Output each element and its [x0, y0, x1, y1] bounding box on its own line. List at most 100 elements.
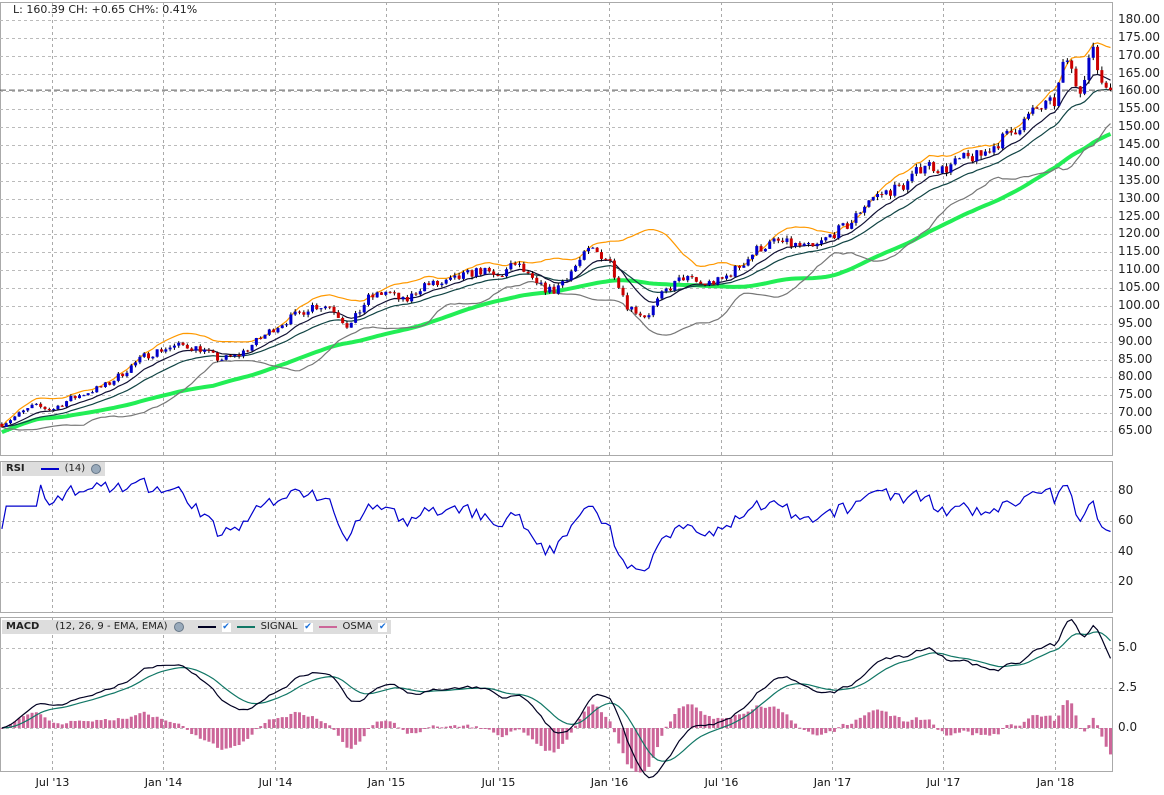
- candle-body: [738, 265, 742, 268]
- osma-bar: [677, 708, 681, 728]
- osma-bar: [690, 704, 694, 728]
- candle-body: [1104, 82, 1108, 88]
- candle-body: [345, 323, 349, 328]
- candle-body: [323, 306, 327, 309]
- candle-body: [582, 251, 586, 260]
- osma-bar: [906, 721, 910, 728]
- osma-bar: [850, 723, 854, 728]
- y-tick-label: 135.00: [1118, 172, 1160, 187]
- rsi-swatch: [40, 468, 59, 470]
- stock-chart: [0, 2, 1113, 779]
- osma-bar: [99, 720, 103, 728]
- osma-bar: [52, 722, 56, 728]
- osma-bar: [815, 728, 819, 736]
- candle-body: [565, 280, 569, 282]
- settings-gear-icon[interactable]: [91, 464, 102, 474]
- osma-bar: [996, 728, 1000, 735]
- osma-bar: [259, 726, 263, 728]
- candle-body: [681, 277, 685, 281]
- candle-body: [116, 373, 120, 381]
- osma-bar: [172, 723, 176, 728]
- y-tick-label: 145.00: [1118, 137, 1160, 152]
- candle-body: [608, 259, 612, 261]
- x-tick-label: Jul '13: [35, 776, 70, 789]
- osma-bar: [983, 728, 987, 735]
- osma-bar: [759, 706, 763, 728]
- candle-body: [65, 401, 69, 407]
- candle-body: [940, 166, 944, 174]
- candle-body: [47, 409, 51, 411]
- osma-bar: [1018, 725, 1022, 728]
- candle-body: [1009, 130, 1013, 133]
- rsi-params: (14): [64, 463, 86, 474]
- candle-body: [487, 268, 491, 272]
- candle-body: [1039, 108, 1043, 110]
- signal-toggle-checkbox[interactable]: ✔: [303, 622, 313, 632]
- osma-bar: [651, 728, 655, 758]
- macd-title: MACD: [6, 621, 40, 632]
- candle-body: [1091, 46, 1095, 58]
- candle-body: [919, 167, 923, 174]
- candle-body: [306, 311, 310, 315]
- candle-body: [1087, 57, 1091, 80]
- settings-gear-icon[interactable]: [173, 622, 184, 632]
- candle-body: [336, 312, 340, 318]
- candle-body: [332, 306, 336, 313]
- osma-bar: [958, 728, 962, 733]
- candle-body: [233, 354, 237, 357]
- candle-body: [8, 420, 12, 424]
- osma-bar: [332, 728, 336, 730]
- y-tick-label: 165.00: [1118, 65, 1160, 80]
- osma-bar: [69, 720, 73, 728]
- osma-bar: [1087, 725, 1091, 728]
- candle-body: [729, 275, 733, 277]
- candle-body: [914, 167, 918, 174]
- macd-toggle-checkbox[interactable]: ✔: [221, 622, 231, 632]
- candle-body: [379, 292, 383, 295]
- osma-bar: [518, 728, 522, 730]
- candle-body: [474, 268, 478, 277]
- osma-bar: [362, 728, 366, 737]
- osma-bar: [763, 707, 767, 728]
- candle-body: [388, 291, 392, 293]
- x-tick-label: Jan '15: [367, 776, 406, 789]
- osma-bar: [159, 718, 163, 728]
- osma-bar: [228, 728, 232, 748]
- candle-body: [750, 254, 754, 260]
- candle-body: [513, 263, 517, 265]
- candle-body: [819, 240, 823, 244]
- osma-bar: [1057, 715, 1061, 728]
- osma-bar: [134, 715, 138, 728]
- osma-bar: [461, 725, 465, 728]
- candle-body: [552, 286, 556, 294]
- candle-body: [703, 283, 707, 285]
- osma-bar: [194, 728, 198, 736]
- candle-body: [427, 283, 431, 286]
- osma-toggle-checkbox[interactable]: ✔: [378, 622, 388, 632]
- candle-body: [543, 282, 547, 293]
- y-tick-label: 40: [1118, 543, 1134, 558]
- candle-body: [854, 213, 858, 223]
- osma-bar: [272, 719, 276, 728]
- osma-bar: [323, 723, 327, 728]
- candle-body: [888, 190, 892, 196]
- candle-body: [1031, 107, 1035, 114]
- osma-bar: [634, 728, 638, 772]
- candle-body: [371, 294, 375, 298]
- osma-bar: [768, 706, 772, 728]
- candle-body: [466, 270, 470, 273]
- candle-body: [254, 337, 258, 345]
- signal-line: [1, 631, 1111, 762]
- candle-body: [1022, 118, 1026, 131]
- candle-body: [781, 240, 785, 242]
- candle-body: [880, 194, 884, 196]
- candle-body: [328, 306, 332, 308]
- osma-bar: [479, 728, 483, 729]
- osma-bar: [1001, 728, 1005, 729]
- candle-body: [1048, 97, 1052, 101]
- candle-body: [953, 158, 957, 165]
- y-tick-label: 65.00: [1118, 423, 1153, 437]
- candle-body: [699, 281, 703, 284]
- candle-body: [263, 334, 267, 339]
- candle-body: [591, 247, 595, 249]
